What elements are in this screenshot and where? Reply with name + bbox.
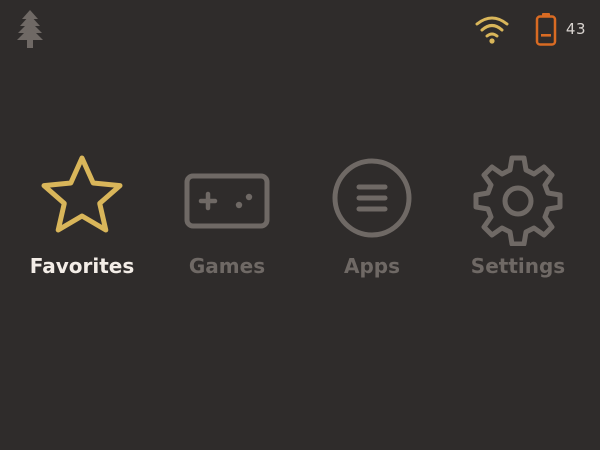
menu-item-label: Settings [470, 254, 566, 278]
home-screen: 43 Favorites Games Apps Settings [0, 0, 600, 450]
gamepad-icon [184, 173, 270, 229]
tree-icon [17, 10, 43, 48]
menu-item-label: Favorites [29, 254, 135, 278]
battery-icon [535, 13, 557, 46]
menu-item-apps[interactable]: Apps [297, 150, 447, 290]
star-icon [41, 155, 123, 233]
status-area: 43 [474, 12, 586, 46]
menu-item-label: Apps [343, 254, 400, 278]
menu-item-games[interactable]: Games [152, 150, 302, 290]
battery-percentage: 43 [565, 20, 586, 38]
menu-item-favorites[interactable]: Favorites [7, 150, 157, 290]
menu-item-label: Games [188, 254, 266, 278]
gear-icon [473, 155, 563, 246]
wifi-icon [475, 16, 509, 44]
apps-icon [332, 158, 412, 238]
menu-item-settings[interactable]: Settings [443, 150, 593, 290]
main-menu: Favorites Games Apps Settings [0, 150, 600, 290]
